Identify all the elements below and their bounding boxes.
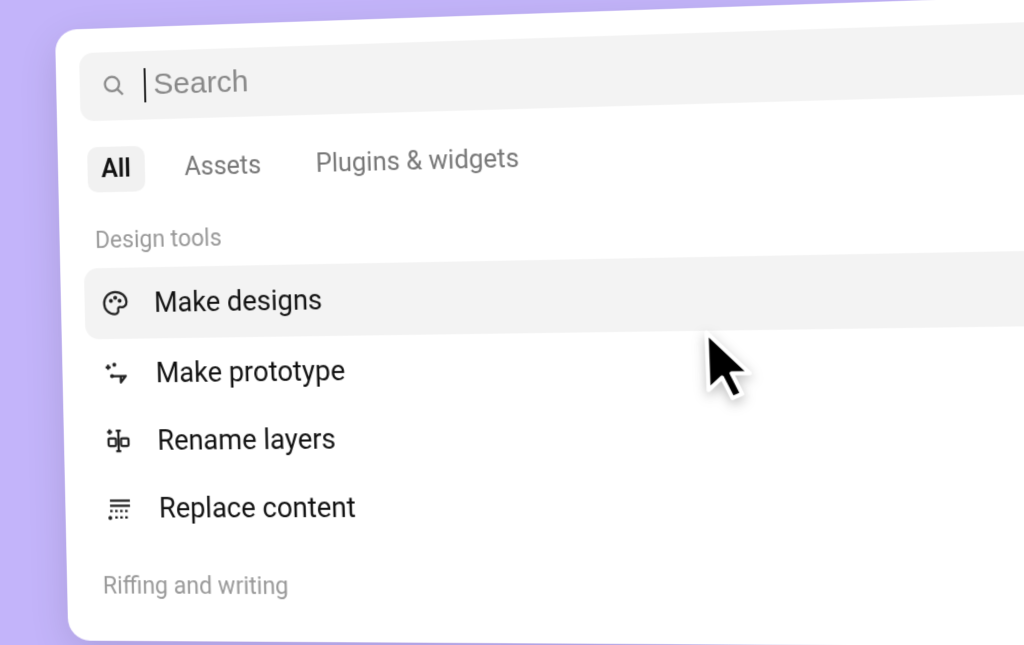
row-label: Rename layers [157,423,336,457]
row-make-prototype[interactable]: Make prototype [85,327,1024,407]
row-label: Make prototype [155,354,345,389]
design-tools-list: Make designs AI beta Make prototype [84,249,1024,542]
section-label-riffing: Riffing and writing [91,572,1024,603]
row-rename-layers[interactable]: Rename layers [87,398,1024,473]
actions-panel: All Assets Plugins & widgets Design tool… [55,0,1024,645]
row-label: Replace content [159,491,357,525]
palette-icon [100,288,130,319]
rename-icon [103,425,134,456]
search-input[interactable] [153,37,1024,102]
section-label-design-tools: Design tools [83,204,1024,254]
row-replace-content[interactable]: Replace content [89,470,1024,541]
row-make-designs[interactable]: Make designs AI beta [84,249,1024,340]
tab-assets[interactable]: Assets [170,142,276,190]
tabs: All Assets Plugins & widgets [81,119,1024,193]
text-caret [143,68,146,102]
tab-plugins-widgets[interactable]: Plugins & widgets [301,135,535,187]
row-label: Make designs [154,284,323,319]
tab-all[interactable]: All [87,146,145,193]
sparkle-icon [102,358,133,389]
search-icon [101,73,126,100]
replace-icon [105,493,136,524]
search-bar[interactable] [79,18,1024,121]
